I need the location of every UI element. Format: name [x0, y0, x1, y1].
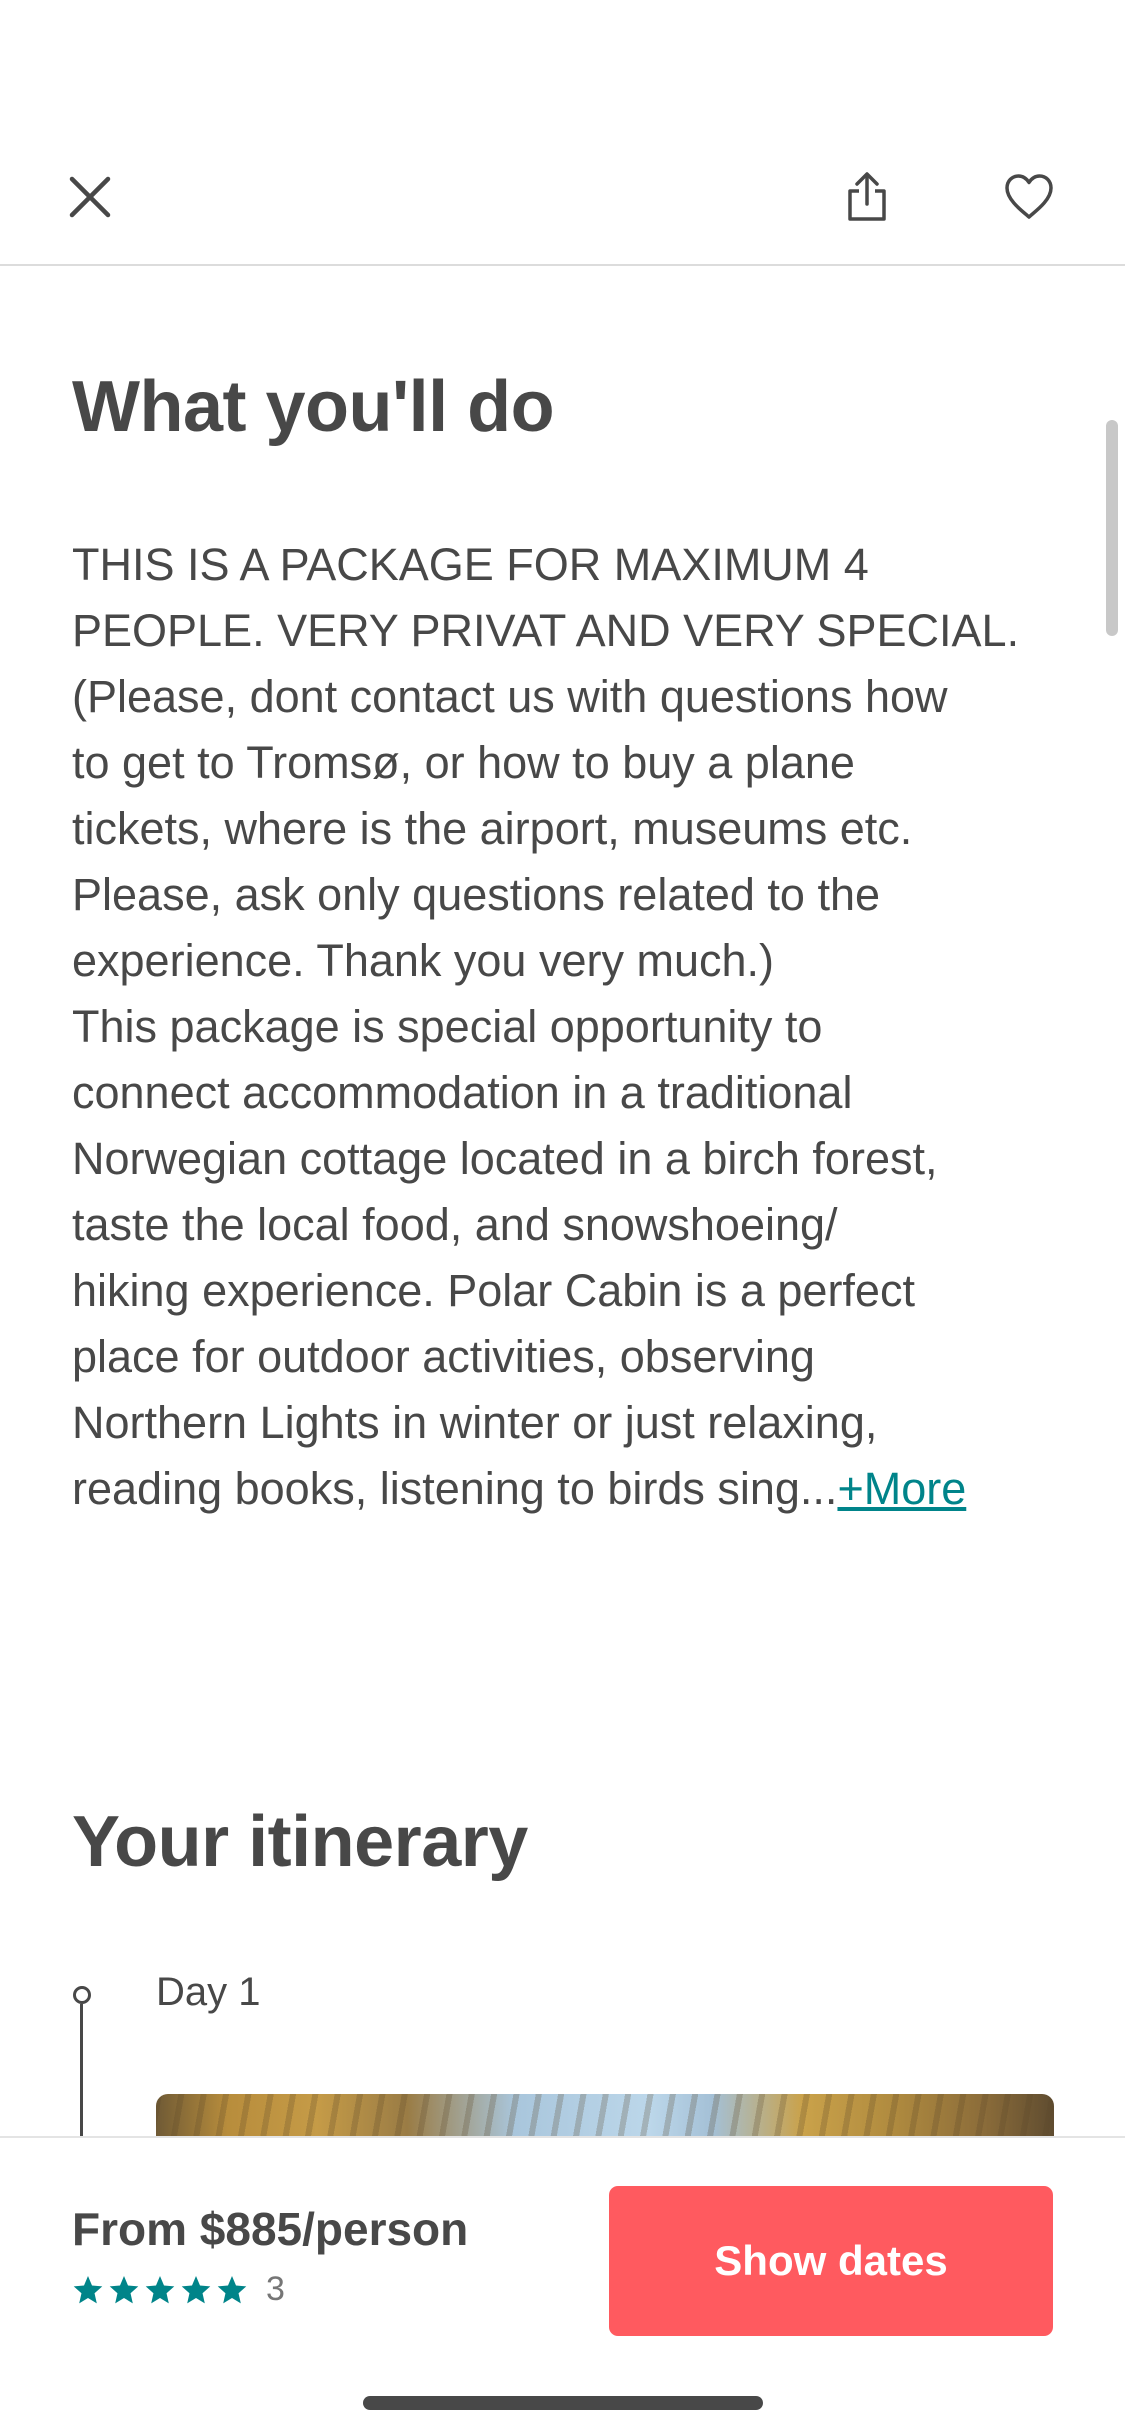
- star-icon: [145, 2275, 175, 2303]
- heart-icon: [1005, 174, 1053, 219]
- show-dates-button[interactable]: Show dates: [609, 2186, 1053, 2336]
- star-icon: [73, 2275, 103, 2303]
- description-line: place for outdoor activities, observing: [72, 1331, 815, 1382]
- description-line: reading books, listening to birds sing..…: [72, 1463, 838, 1514]
- save-to-wishlist-button[interactable]: [984, 152, 1074, 242]
- description-line: THIS IS A PACKAGE FOR MAXIMUM 4: [72, 539, 869, 590]
- description-line: hiking experience. Polar Cabin is a perf…: [72, 1265, 915, 1316]
- rating[interactable]: 3: [72, 2270, 285, 2309]
- description-last-line: reading books, listening to birds sing..…: [72, 1456, 1072, 1522]
- description-line: tickets, where is the airport, museums e…: [72, 803, 913, 854]
- scroll-indicator[interactable]: [1106, 420, 1118, 636]
- home-indicator: [363, 2396, 763, 2410]
- description-line: This package is special opportunity to: [72, 1001, 823, 1052]
- share-button[interactable]: [822, 152, 912, 242]
- description-line: Northern Lights in winter or just relaxi…: [72, 1397, 878, 1448]
- description-line: Please, ask only questions related to th…: [72, 869, 881, 920]
- review-count: 3: [266, 2270, 285, 2308]
- timeline-line: [80, 2004, 83, 2144]
- description-line: Norwegian cottage located in a birch for…: [72, 1133, 938, 1184]
- close-icon: [69, 176, 111, 218]
- price-label: From $885/person: [72, 2203, 469, 2255]
- description-line: (Please, dont contact us with questions …: [72, 671, 948, 722]
- share-icon: [848, 172, 886, 221]
- top-bar: [0, 0, 1125, 266]
- what-youll-do-title: What you'll do: [72, 367, 555, 447]
- star-icon: [217, 2275, 247, 2303]
- more-link[interactable]: +More: [837, 1463, 966, 1514]
- timeline-dot: [73, 1986, 91, 2004]
- booking-bar: From $885/person 3 Show dates: [0, 2136, 1125, 2436]
- description-line: connect accommodation in a traditional: [72, 1067, 853, 1118]
- close-button[interactable]: [45, 152, 135, 242]
- experience-detail-page: What you'll do THIS IS A PACKAGE FOR MAX…: [0, 0, 1125, 2436]
- description-line: to get to Tromsø, or how to buy a plane: [72, 737, 855, 788]
- star-icon: [181, 2275, 211, 2303]
- description-line: PEOPLE. VERY PRIVAT AND VERY SPECIAL.: [72, 605, 1020, 656]
- itinerary-title: Your itinerary: [72, 1802, 528, 1882]
- star-icon: [109, 2275, 139, 2303]
- experience-description: THIS IS A PACKAGE FOR MAXIMUM 4 PEOPLE. …: [72, 532, 1072, 1522]
- description-line: experience. Thank you very much.): [72, 935, 775, 986]
- day-label: Day 1: [156, 1970, 261, 2014]
- description-line: taste the local food, and snowshoeing/: [72, 1199, 838, 1250]
